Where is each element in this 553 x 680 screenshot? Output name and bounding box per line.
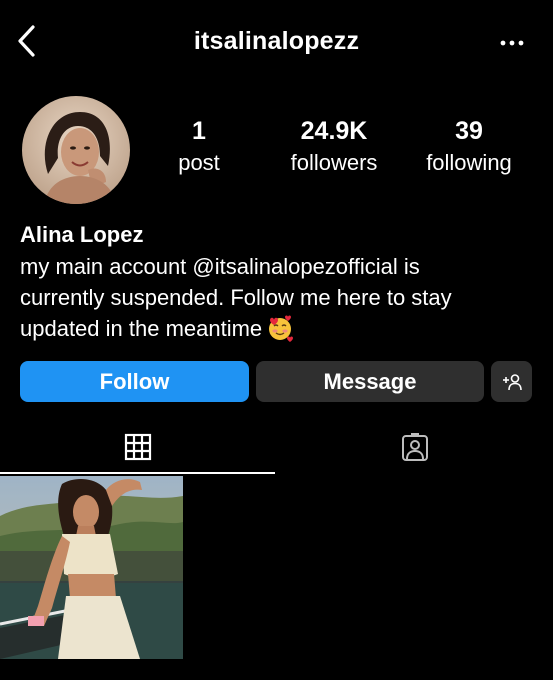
message-button[interactable]: Message <box>256 361 484 402</box>
grid-icon <box>124 433 151 461</box>
stat-posts[interactable]: 1 post <box>129 116 269 178</box>
posts-label: post <box>178 150 220 175</box>
tagged-person-icon <box>401 433 428 461</box>
followers-label: followers <box>290 150 378 175</box>
posts-count: 1 <box>192 117 206 145</box>
more-horizontal-icon <box>500 40 524 46</box>
tab-tagged[interactable] <box>276 420 553 474</box>
bio-line: currently suspended. Follow me here to s… <box>20 285 452 310</box>
profile-avatar[interactable] <box>22 96 130 204</box>
post-thumbnail[interactable] <box>0 476 183 659</box>
bio-line: updated in the meantime <box>20 316 263 341</box>
profile-bio: Alina Lopez my main account @itsalinalop… <box>20 220 540 350</box>
followers-count: 24.9K <box>300 117 368 145</box>
tab-posts-grid[interactable] <box>0 420 275 474</box>
profile-username: itsalinalopezz <box>193 27 360 55</box>
top-bar: itsalinalopezz <box>0 0 553 88</box>
follow-button[interactable]: Follow <box>20 361 249 402</box>
smiling-face-with-hearts-icon <box>266 314 294 350</box>
more-options-button[interactable] <box>497 36 527 50</box>
bio-text: my main account @itsalinalopezofficial i… <box>20 251 540 350</box>
stat-following[interactable]: 39 following <box>399 116 539 178</box>
bio-line: my main account @itsalinalopezofficial i… <box>20 254 420 279</box>
profile-name: Alina Lopez <box>20 222 144 247</box>
following-count: 39 <box>455 117 483 145</box>
bio-line-last: updated in the meantime <box>20 313 540 350</box>
active-tab-indicator <box>0 472 275 474</box>
add-user-icon <box>502 373 522 390</box>
stat-followers[interactable]: 24.9K followers <box>264 116 404 178</box>
suggested-users-button[interactable] <box>491 361 532 402</box>
following-label: following <box>426 150 512 175</box>
